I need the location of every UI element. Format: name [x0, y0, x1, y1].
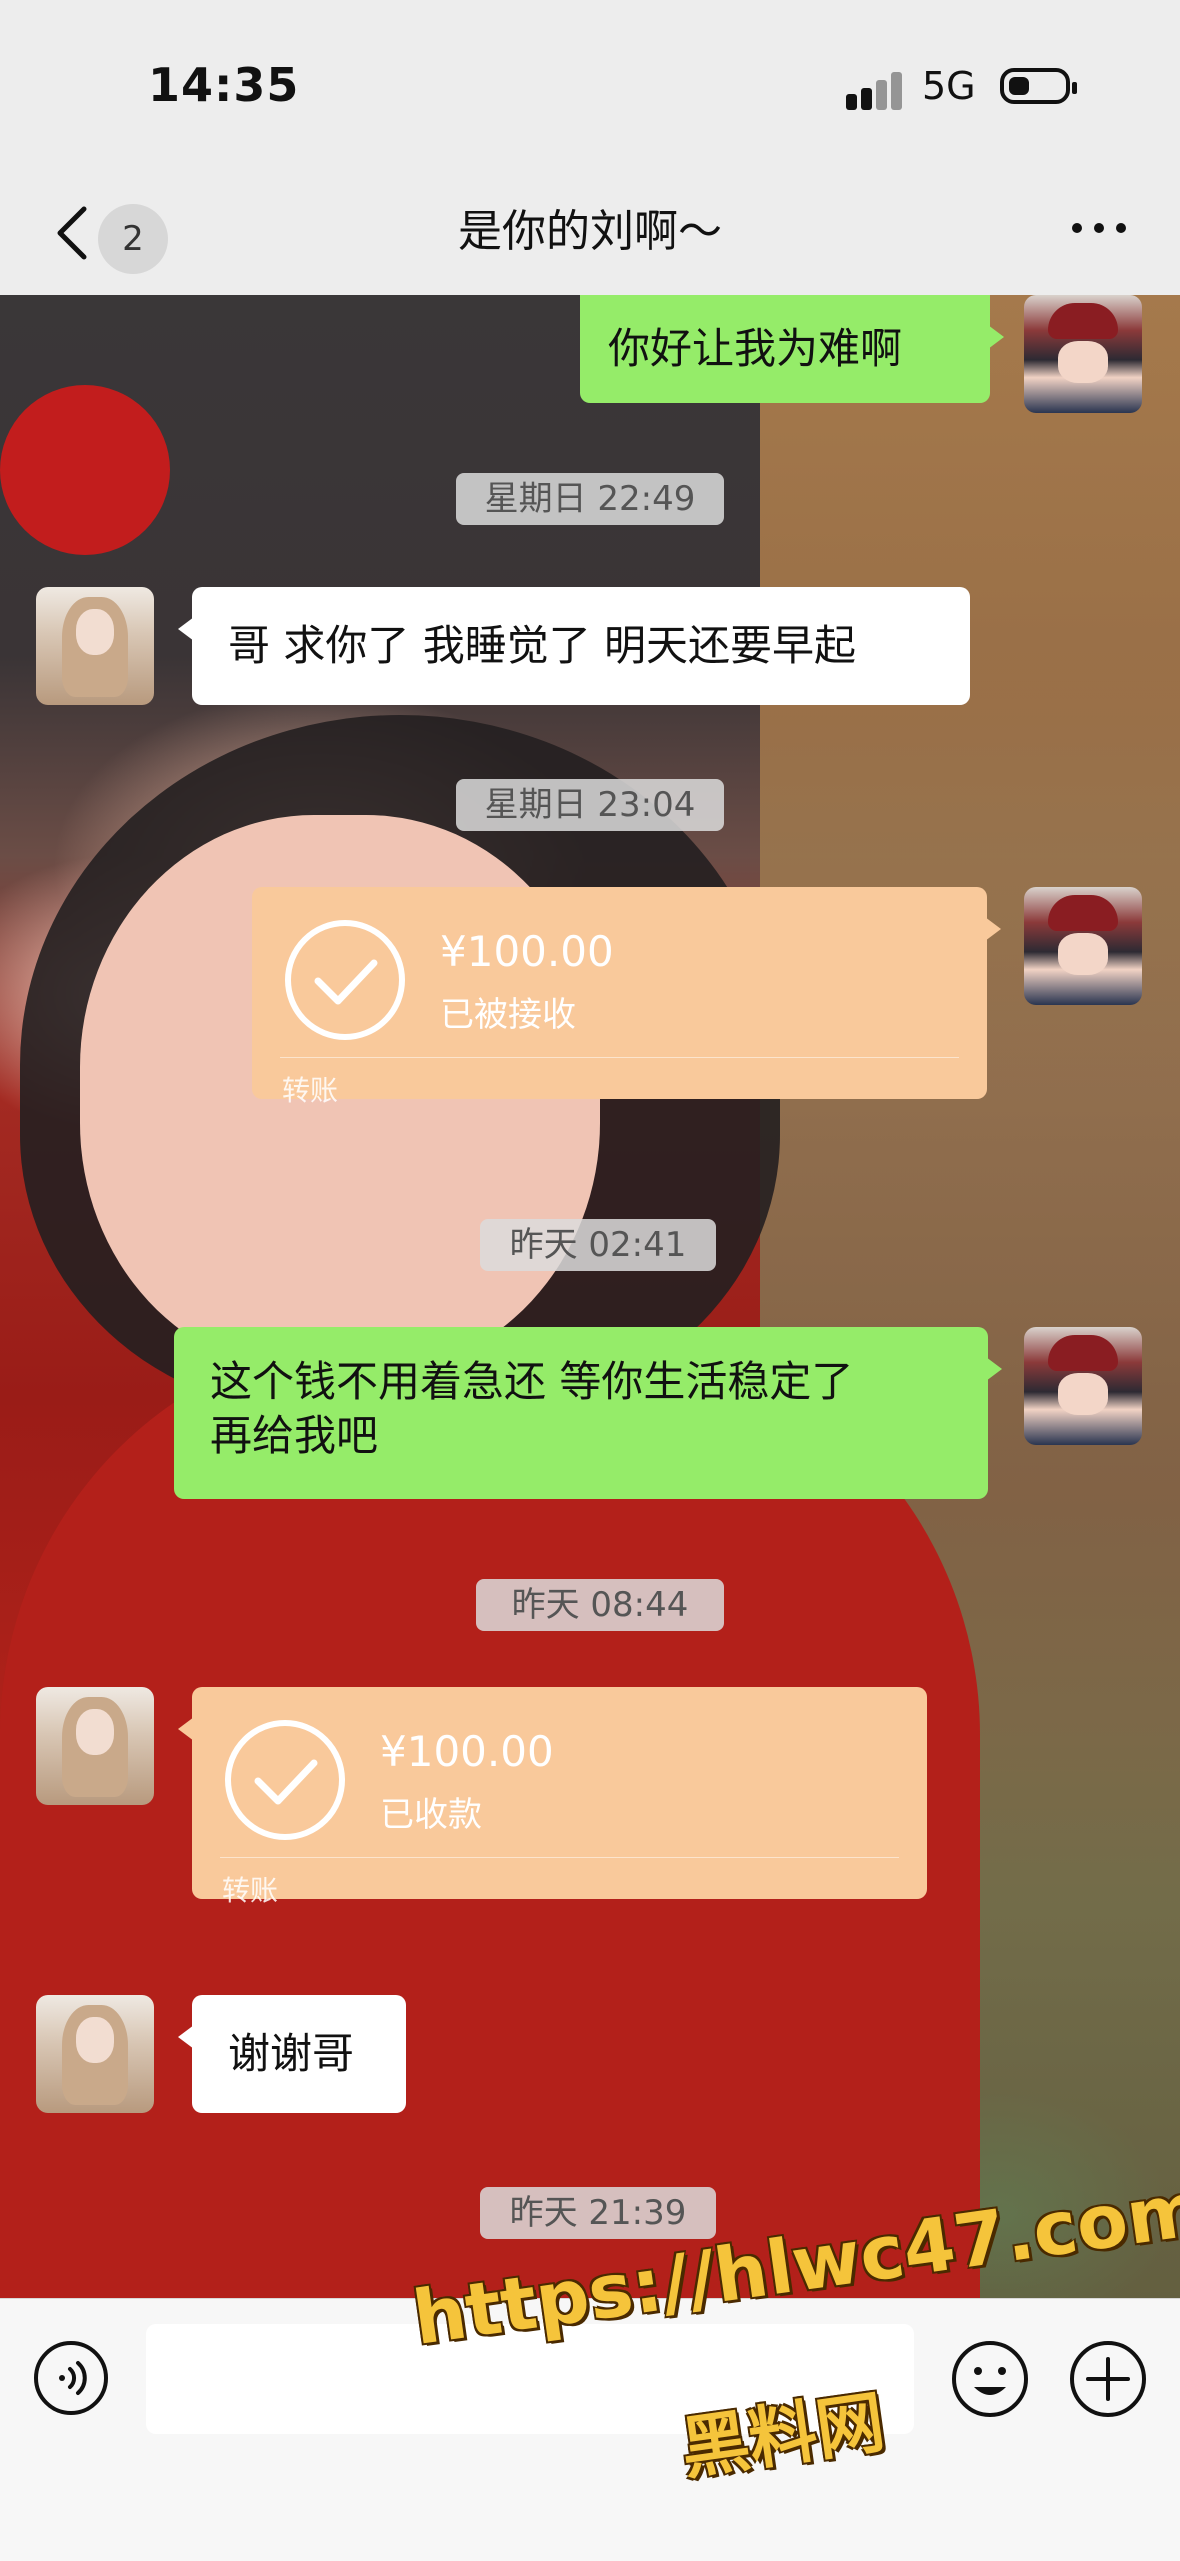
message-text-line: 这个钱不用着急还 等你生活稳定了	[210, 1357, 854, 1406]
transfer-card-sent[interactable]: ¥100.00 已被接收 转账	[252, 887, 1001, 1107]
plus-icon[interactable]	[1068, 2339, 1148, 2419]
message-bubble-sent[interactable]: 这个钱不用着急还 等你生活稳定了 再给我吧	[174, 1327, 1002, 1499]
signal-icon	[846, 70, 906, 110]
message-text: 你好让我为难啊	[608, 324, 903, 373]
chat-area[interactable]: 你好让我为难啊 星期日 22:49 哥 求你了 我睡觉了 明天还要早起 星期日 …	[0, 295, 1180, 2298]
status-bar: 14:35 5G	[0, 0, 1180, 175]
my-avatar[interactable]	[1024, 295, 1142, 413]
divider	[220, 1857, 899, 1858]
timestamp: 星期日 23:04	[456, 779, 724, 831]
timestamp: 星期日 22:49	[456, 473, 724, 525]
message-bubble-received[interactable]: 哥 求你了 我睡觉了 明天还要早起	[178, 587, 970, 705]
more-icon[interactable]	[1072, 219, 1132, 239]
transfer-card-received[interactable]: ¥100.00 已收款 转账	[178, 1687, 927, 1907]
transfer-amount: ¥100.00	[380, 1727, 554, 1776]
contact-avatar[interactable]	[36, 1687, 154, 1805]
timestamp: 昨天 21:39	[480, 2187, 716, 2239]
network-label: 5G	[922, 64, 976, 108]
chat-header: 2 是你的刘啊～	[0, 175, 1180, 295]
emoji-icon[interactable]	[950, 2339, 1030, 2419]
my-avatar[interactable]	[1024, 887, 1142, 1005]
message-text: 哥 求你了 我睡觉了 明天还要早起	[228, 621, 857, 670]
transfer-label: 转账	[222, 1874, 279, 1907]
contact-avatar[interactable]	[36, 587, 154, 705]
transfer-amount: ¥100.00	[440, 927, 614, 976]
transfer-label: 转账	[282, 1074, 339, 1107]
message-bubble-sent[interactable]: 你好让我为难啊	[580, 295, 1004, 403]
transfer-status: 已被接收	[440, 995, 576, 1035]
wallpaper-flower	[0, 385, 170, 555]
status-time: 14:35	[148, 58, 300, 112]
check-circle-icon	[285, 920, 405, 1040]
divider	[280, 1057, 959, 1058]
message-text: 谢谢哥	[228, 2029, 355, 2078]
battery-icon	[1000, 68, 1077, 104]
check-circle-icon	[225, 1720, 345, 1840]
voice-icon[interactable]	[32, 2339, 110, 2417]
timestamp: 昨天 08:44	[476, 1579, 724, 1631]
contact-avatar[interactable]	[36, 1995, 154, 2113]
message-text-line: 再给我吧	[210, 1411, 379, 1460]
message-bubble-received[interactable]: 谢谢哥	[178, 1995, 406, 2113]
chat-title: 是你的刘啊～	[458, 206, 722, 257]
my-avatar[interactable]	[1024, 1327, 1142, 1445]
timestamp: 昨天 02:41	[480, 1219, 716, 1271]
transfer-status: 已收款	[380, 1795, 482, 1835]
